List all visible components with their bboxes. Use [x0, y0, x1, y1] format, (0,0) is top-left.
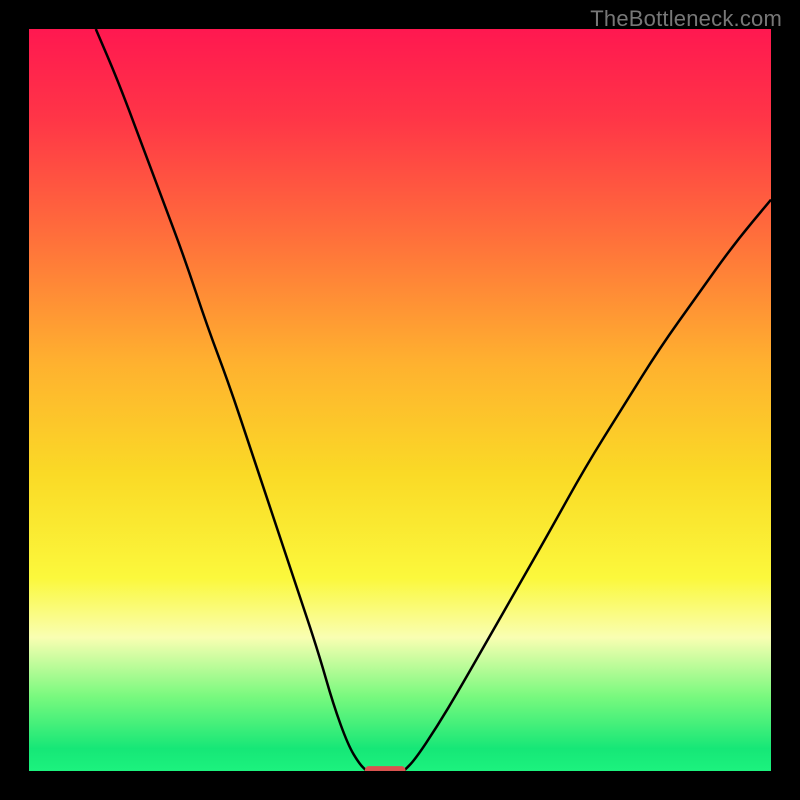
chart-plot-area — [29, 29, 771, 771]
bottleneck-chart — [29, 29, 771, 771]
watermark-text: TheBottleneck.com — [590, 6, 782, 32]
optimum-marker — [365, 766, 406, 771]
